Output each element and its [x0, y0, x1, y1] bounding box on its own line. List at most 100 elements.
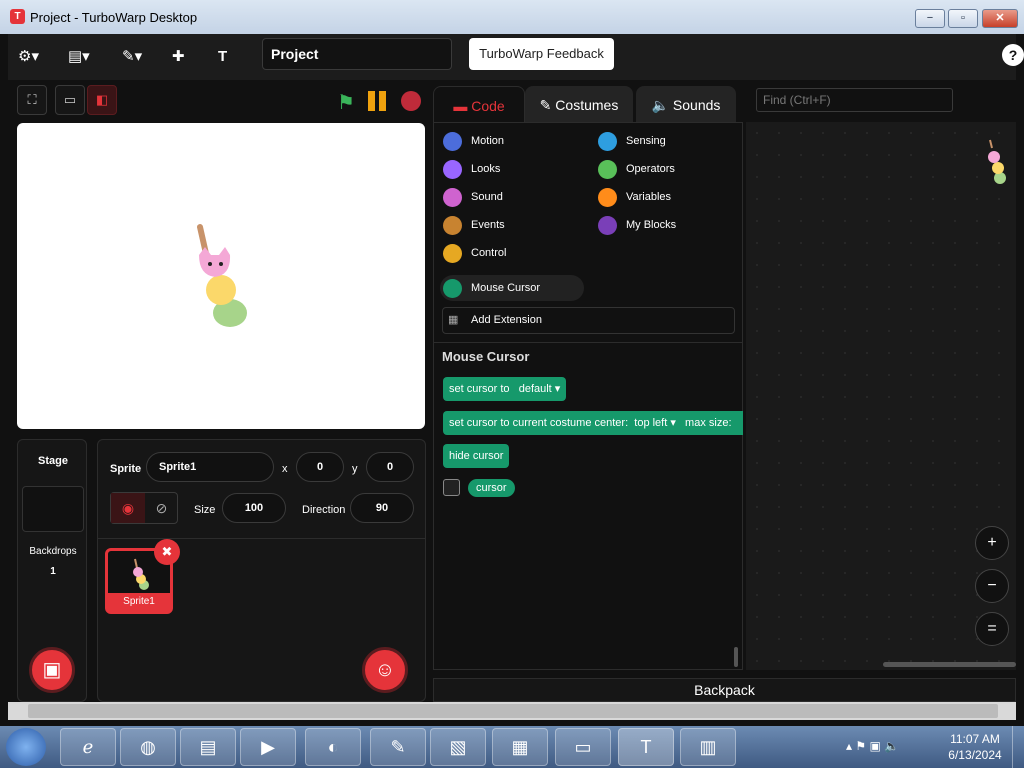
help-icon[interactable]: ?: [1002, 44, 1024, 66]
firefox-icon[interactable]: ◍: [120, 728, 176, 766]
show-desktop-button[interactable]: [1012, 726, 1024, 768]
position-dropdown[interactable]: top left: [634, 417, 667, 429]
sprite-name-input[interactable]: Sprite1: [146, 452, 274, 482]
sprite-label: Sprite: [110, 463, 142, 475]
category-sound[interactable]: Sound: [443, 186, 503, 208]
workspace-sprite-preview: [988, 139, 1006, 184]
backdrops-count: 1: [50, 566, 56, 577]
minimize-button[interactable]: −: [915, 9, 945, 28]
y-label: y: [352, 463, 358, 475]
x-input[interactable]: 0: [296, 452, 344, 482]
sprite-info-panel: Sprite Sprite1 x 0 y 0 ◉ ⊘ Size 100 Dire…: [97, 439, 426, 702]
menu-bar: ⚙▾ ▤▾ ✎▾ ✚ T Project TurboWarp Feedback …: [8, 34, 1024, 80]
start-button[interactable]: [6, 728, 46, 766]
zoom-reset-icon[interactable]: =: [975, 612, 1009, 646]
tab-costumes[interactable]: ✎ Costumes: [525, 86, 633, 124]
tab-code[interactable]: ▬ Code: [433, 86, 525, 124]
large-stage-icon[interactable]: ◧: [87, 85, 117, 115]
size-input[interactable]: 100: [222, 493, 286, 523]
clock-date[interactable]: 6/13/2024: [944, 748, 1006, 762]
editor-body: ⛶ ▭ ◧ ⚑ Stage Backdrops 1 ▣ Sprite Sprit…: [8, 80, 1016, 702]
control-panel-icon[interactable]: ▦: [492, 728, 548, 766]
window-icon[interactable]: ▭: [555, 728, 611, 766]
turbowarp-taskbar-icon[interactable]: T: [618, 728, 674, 766]
category-mouse-cursor[interactable]: Mouse Cursor: [440, 275, 584, 301]
explorer-icon[interactable]: ▤: [180, 728, 236, 766]
feedback-button[interactable]: TurboWarp Feedback: [469, 38, 614, 70]
hide-icon[interactable]: ⊘: [145, 493, 178, 523]
window-horizontal-scrollbar[interactable]: [8, 702, 1016, 720]
direction-input[interactable]: 90: [350, 493, 414, 523]
addons-icon[interactable]: T: [218, 44, 227, 70]
green-flag-icon[interactable]: ⚑: [337, 90, 355, 115]
cursor-dropdown[interactable]: default: [519, 383, 552, 395]
edit-icon[interactable]: ✎▾: [122, 44, 142, 70]
show-icon[interactable]: ◉: [111, 493, 145, 523]
file-icon[interactable]: ▧: [430, 728, 486, 766]
direction-label: Direction: [302, 504, 346, 516]
category-events[interactable]: Events: [443, 214, 505, 236]
sprite-tile[interactable]: Sprite1 ✖: [105, 539, 180, 614]
file-icon[interactable]: ▤▾: [68, 44, 90, 70]
stop-icon[interactable]: [401, 91, 421, 111]
backdrop-add-icon: ▣: [42, 659, 62, 681]
tray-icons[interactable]: ▴ ⚑ ▣ 🔈: [846, 739, 899, 753]
code-icon: ▬: [453, 98, 472, 114]
window-titlebar: T Project - TurboWarp Desktop − ▫ ✕: [0, 0, 1024, 34]
zoom-out-icon[interactable]: −: [975, 569, 1009, 603]
category-operators[interactable]: Operators: [598, 158, 675, 180]
cursor-reporter-block[interactable]: cursor: [468, 479, 515, 497]
category-looks[interactable]: Looks: [443, 158, 500, 180]
clock-time[interactable]: 11:07 AM: [944, 732, 1006, 746]
choose-backdrop-button[interactable]: ▣: [29, 647, 75, 693]
find-input[interactable]: Find (Ctrl+F): [756, 88, 953, 112]
windows-taskbar: ℯ ◍ ▤ ▶ ◐ ✎ ▧ ▦ ▭ T ▥ ▴ ⚑ ▣ 🔈 11:07 AM 6…: [0, 726, 1024, 768]
palette-divider: [434, 342, 742, 343]
app-icon[interactable]: ◐: [305, 728, 361, 766]
category-control[interactable]: Control: [443, 242, 506, 264]
add-extension-icon: ▦: [448, 314, 459, 326]
palette-scrollbar[interactable]: [734, 647, 738, 667]
stage-title: Stage: [38, 455, 68, 467]
block-palette: Motion Looks Sound Events Control Sensin…: [433, 122, 743, 670]
stage-canvas[interactable]: [17, 123, 425, 429]
delete-sprite-icon[interactable]: ✖: [154, 539, 180, 565]
category-sensing[interactable]: Sensing: [598, 130, 666, 152]
hide-cursor-block[interactable]: hide cursor: [443, 444, 510, 468]
palette-heading: Mouse Cursor: [442, 349, 530, 364]
category-motion[interactable]: Motion: [443, 130, 504, 152]
pause-icon[interactable]: [368, 91, 388, 111]
set-cursor-block[interactable]: set cursor to default ▾: [443, 377, 567, 401]
choose-sprite-button[interactable]: ☺: [362, 647, 408, 693]
category-my-blocks[interactable]: My Blocks: [598, 214, 676, 236]
speaker-icon: 🔈: [651, 97, 673, 113]
extensions-icon[interactable]: ✚: [172, 44, 185, 70]
category-variables[interactable]: Variables: [598, 186, 671, 208]
ie-icon[interactable]: ℯ: [60, 728, 116, 766]
y-input[interactable]: 0: [366, 452, 414, 482]
archive-icon[interactable]: ▥: [680, 728, 736, 766]
zoom-in-icon[interactable]: +: [975, 526, 1009, 560]
backpack-header[interactable]: Backpack: [433, 678, 1016, 702]
media-player-icon[interactable]: ▶: [240, 728, 296, 766]
sprite-graphic: [197, 224, 247, 327]
maximize-button[interactable]: ▫: [948, 9, 978, 28]
workspace-scrollbar[interactable]: [883, 662, 1016, 667]
project-title-input[interactable]: Project: [262, 38, 452, 70]
window-title: Project - TurboWarp Desktop: [30, 10, 198, 25]
set-cursor-costume-block[interactable]: set cursor to current costume center: to…: [443, 411, 743, 435]
scroll-thumb[interactable]: [28, 704, 998, 718]
size-label: Size: [194, 504, 216, 516]
add-extension-button[interactable]: ▦ Add Extension: [442, 307, 735, 334]
notepad-icon[interactable]: ✎: [370, 728, 426, 766]
divider: [98, 538, 425, 539]
settings-icon[interactable]: ⚙▾: [18, 44, 39, 70]
close-button[interactable]: ✕: [982, 9, 1018, 28]
fullscreen-icon[interactable]: ⛶: [17, 85, 47, 115]
stage-thumbnail[interactable]: [22, 486, 84, 532]
brush-icon: ✎: [539, 97, 556, 113]
cursor-reporter-checkbox[interactable]: [443, 479, 460, 496]
tab-sounds[interactable]: 🔈 Sounds: [636, 86, 736, 124]
small-stage-icon[interactable]: ▭: [55, 85, 85, 115]
stage-selector-panel[interactable]: Stage Backdrops 1 ▣: [17, 439, 87, 702]
